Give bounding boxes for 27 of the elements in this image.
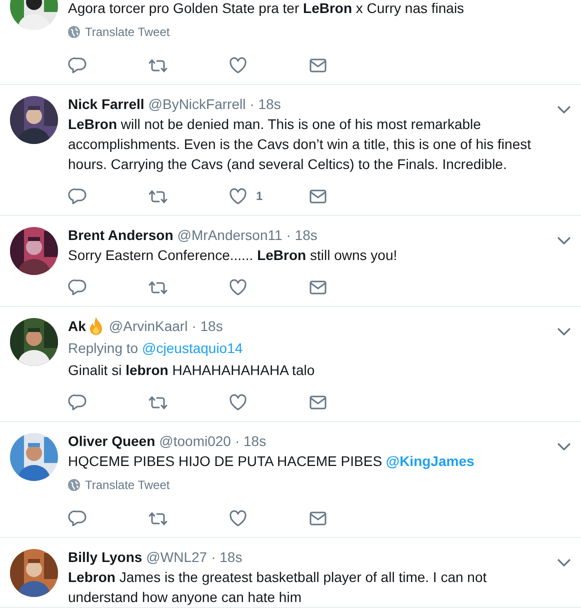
mention-link[interactable]: @KingJames: [386, 453, 474, 469]
mention-link[interactable]: @cjeustaquio14: [142, 336, 243, 360]
tweet-text: Sorry Eastern Conference...... LeBron still owns you!: [68, 246, 398, 265]
user-handle[interactable]: @MrAnderson11: [177, 225, 282, 245]
translate-link[interactable]: Translate Tweet: [68, 25, 170, 39]
user-handle[interactable]: @ArvinKaarl: [108, 316, 188, 336]
user-handle[interactable]: @WNL27: [146, 547, 208, 567]
timestamp[interactable]: · 18s: [192, 316, 223, 336]
timestamp[interactable]: · 18s: [211, 547, 242, 567]
tweet-text: LeBron will not be denied man. This is one of his most remarkable accomplishments. Even is the Cavs don’t win a title, this is one of his finest hours. Carrying the Cavs (and several Celtics) to the Finals. Incredible.: [68, 115, 532, 174]
replying-label: Replying to: [68, 339, 138, 358]
translate-link[interactable]: Translate Tweet: [68, 478, 170, 492]
timestamp[interactable]: · 18s: [250, 94, 281, 114]
tweet-text: Lebron James is the greatest basketball player of all time. I can not understand how anyone can hate him: [68, 568, 488, 607]
user-name[interactable]: Billy Lyons: [68, 547, 142, 567]
user-name[interactable]: Nick Farrell: [68, 94, 144, 114]
user-handle[interactable]: @ByNickFarrell: [148, 94, 246, 114]
timestamp[interactable]: · 18s: [234, 431, 266, 451]
user-name[interactable]: Ak: [68, 316, 86, 336]
tweet-text: Agora torcer pro Golden State pra ter LeBron x Curry nas finais: [68, 0, 466, 18]
timestamp[interactable]: · 18s: [286, 225, 318, 245]
tweet-text: Ginalit si lebron HAHAHAHAHAHA talo: [68, 361, 316, 380]
tweet-text: HQCEME PIBES HIJO DE PUTA HACEME PIBES @KingJames: [68, 452, 476, 471]
user-name[interactable]: Brent Anderson: [68, 225, 174, 245]
user-name[interactable]: Oliver Queen: [68, 431, 156, 451]
like-count: 1: [256, 189, 263, 203]
user-handle[interactable]: @toomi020: [159, 431, 231, 451]
